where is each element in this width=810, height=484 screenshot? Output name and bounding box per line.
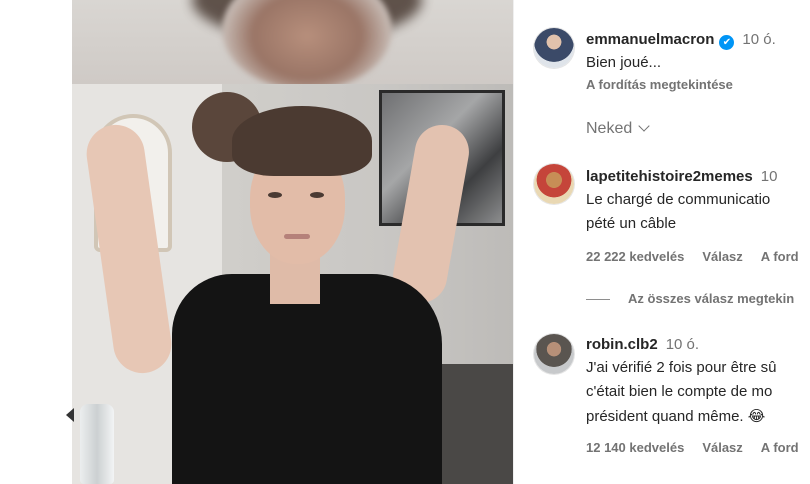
- author-time[interactable]: 10 ó.: [742, 31, 775, 48]
- comment-text-line: c'était bien le compte de mo: [586, 383, 773, 400]
- liked-by-label: Neked: [586, 120, 633, 137]
- previous-video-frame: [72, 0, 513, 84]
- see-translation-link[interactable]: A fordítás megtekintése: [586, 77, 733, 92]
- comment-header: robin.clb2 10 ó.: [586, 336, 699, 354]
- translate-link[interactable]: A ford: [761, 440, 799, 455]
- comment-username[interactable]: robin.clb2: [586, 336, 658, 353]
- replies-divider: [586, 299, 610, 301]
- comment-text-line: président quand même. 😂: [586, 408, 766, 425]
- author-username[interactable]: emmanuelmacron: [586, 31, 714, 48]
- comments-panel: emmanuelmacron ✔ 10 ó. Bien joué... A ford…: [514, 0, 810, 484]
- comment-header: lapetitehistoire2memes 10: [586, 168, 777, 186]
- author-header: emmanuelmacron ✔ 10 ó.: [586, 31, 776, 50]
- view-replies-label: Az összes válasz megtekin: [628, 291, 795, 306]
- verified-badge-icon: ✔: [719, 35, 735, 50]
- previous-arrow-icon[interactable]: [66, 408, 74, 422]
- commenter-avatar[interactable]: [534, 334, 574, 374]
- comment-text-line: J'ai vérifié 2 fois pour être sû: [586, 359, 777, 376]
- comment-actions: 22 222 kedvelés Válasz A ford: [586, 249, 810, 264]
- person-black-top: [172, 274, 442, 484]
- comment-text-line: Le chargé de communicatio: [586, 191, 771, 208]
- comment-time[interactable]: 10: [761, 168, 778, 185]
- view-replies-button[interactable]: Az összes válasz megtekin: [586, 291, 794, 306]
- comment-likes[interactable]: 12 140 kedvelés: [586, 440, 684, 455]
- liked-by-you[interactable]: Neked: [586, 120, 650, 138]
- comment-likes[interactable]: 22 222 kedvelés: [586, 249, 684, 264]
- post-media[interactable]: [0, 0, 513, 484]
- comment-text-line: pété un câble: [586, 215, 677, 232]
- video-frame[interactable]: [72, 84, 513, 484]
- reply-button[interactable]: Válasz: [702, 440, 742, 455]
- reply-button[interactable]: Válasz: [702, 249, 742, 264]
- chevron-down-icon: [638, 120, 650, 132]
- comment-time[interactable]: 10 ó.: [666, 336, 699, 353]
- comment-actions: 12 140 kedvelés Válasz A ford: [586, 440, 810, 455]
- person-hair: [232, 106, 372, 176]
- post-caption: Bien joué...: [586, 54, 662, 71]
- translate-link[interactable]: A ford: [761, 249, 799, 264]
- author-avatar[interactable]: [534, 28, 574, 68]
- glass-carafe: [80, 404, 114, 484]
- comment-username[interactable]: lapetitehistoire2memes: [586, 168, 753, 185]
- commenter-avatar[interactable]: [534, 164, 574, 204]
